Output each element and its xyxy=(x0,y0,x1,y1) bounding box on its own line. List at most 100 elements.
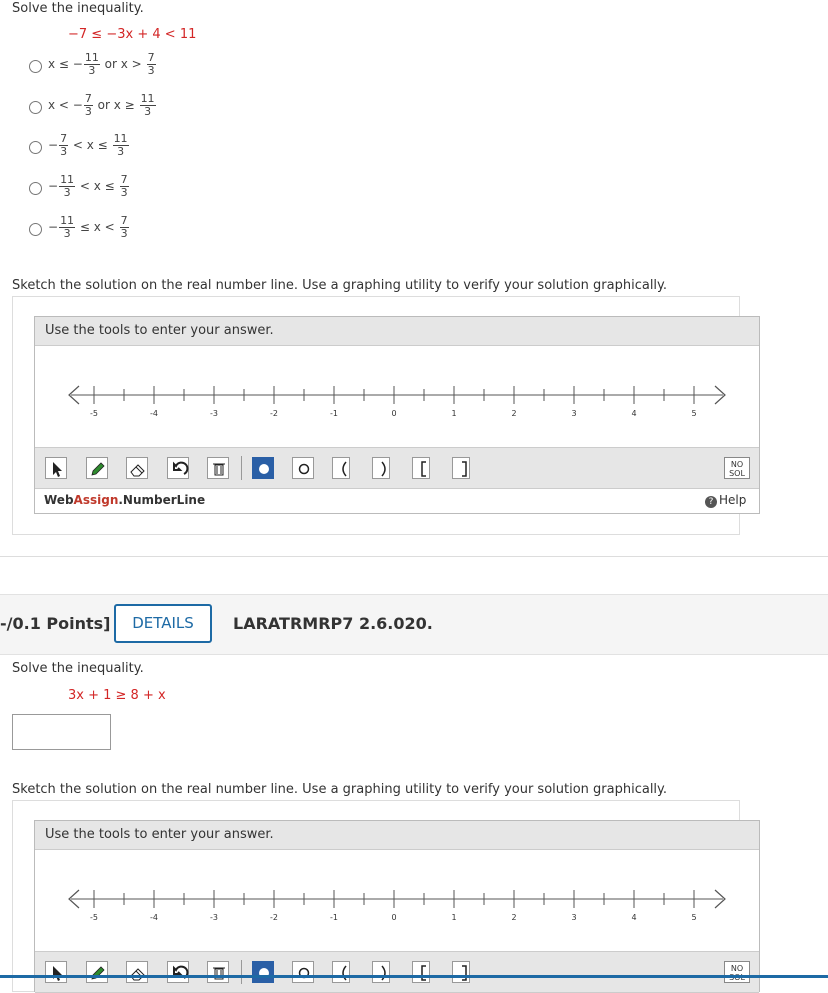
open-bracket-icon xyxy=(421,965,426,981)
trash-icon xyxy=(213,967,225,980)
open-paren-tool[interactable] xyxy=(332,457,350,479)
q1-prompt: Solve the inequality. xyxy=(12,1,144,16)
tick-label: 4 xyxy=(631,409,636,417)
q2-sketch-instructions: Sketch the solution on the real number l… xyxy=(12,782,668,797)
filled-dot-icon xyxy=(259,464,269,474)
open-dot-tool[interactable] xyxy=(292,961,314,983)
pencil-tool[interactable] xyxy=(86,457,108,479)
tick-label: 3 xyxy=(571,409,576,417)
option-label: −11 3 < x ≤ 73 xyxy=(48,173,129,199)
option-radio[interactable] xyxy=(29,141,42,154)
q2-code: LARATRMRP7 2.6.020. xyxy=(233,614,433,633)
eraser-icon xyxy=(130,464,145,477)
eraser-tool[interactable] xyxy=(126,457,148,479)
trash-tool[interactable] xyxy=(207,457,229,479)
option-label: x ≤ −11 3 or x > 73 xyxy=(48,51,156,77)
close-paren-icon xyxy=(381,965,386,981)
pencil-tool[interactable] xyxy=(86,961,108,983)
tick-label: 1 xyxy=(451,409,456,417)
numberline-axis[interactable]: -5 -4 -3 -2 -1 0 1 2 3 4 5 xyxy=(35,881,759,921)
q2-points: -/0.1 Points] xyxy=(0,614,111,633)
tick-label: 0 xyxy=(391,409,396,417)
tick-label: -5 xyxy=(90,409,98,417)
tick-label: 3 xyxy=(571,913,576,921)
details-button[interactable]: DETAILS xyxy=(114,604,212,643)
toolbar-separator xyxy=(241,960,242,984)
open-bracket-icon xyxy=(421,461,426,477)
pointer-icon xyxy=(53,966,62,981)
eraser-icon xyxy=(130,968,145,981)
option-radio[interactable] xyxy=(29,182,42,195)
tick-label: -2 xyxy=(270,409,278,417)
filled-dot-tool[interactable] xyxy=(252,457,274,479)
trash-tool[interactable] xyxy=(207,961,229,983)
numberline-toolbar: NOSOL xyxy=(35,951,759,993)
filled-dot-tool[interactable] xyxy=(252,961,274,983)
close-paren-tool[interactable] xyxy=(372,457,390,479)
pencil-icon xyxy=(91,966,105,980)
close-bracket-icon xyxy=(462,461,467,477)
option-radio[interactable] xyxy=(29,60,42,73)
undo-icon xyxy=(173,461,189,475)
tick-label: 0 xyxy=(391,913,396,921)
tick-label: 4 xyxy=(631,913,636,921)
close-bracket-tool[interactable] xyxy=(452,961,470,983)
numberline-axis[interactable]: -5 -4 -3 -2 -1 0 1 2 3 4 5 xyxy=(35,377,759,417)
numberline-header: Use the tools to enter your answer. xyxy=(35,821,759,850)
tick-label: 5 xyxy=(691,409,696,417)
pencil-icon xyxy=(91,462,105,476)
tick-label: -3 xyxy=(210,913,218,921)
close-paren-icon xyxy=(381,461,386,477)
undo-icon xyxy=(173,965,189,979)
no-solution-button[interactable]: NOSOL xyxy=(724,457,750,479)
open-paren-icon xyxy=(342,965,347,981)
webassign-numberline-logo: WebAssign.NumberLine xyxy=(44,493,206,507)
tick-label: -5 xyxy=(90,913,98,921)
pointer-icon xyxy=(53,462,62,477)
toolbar-separator xyxy=(241,456,242,480)
tick-label: 5 xyxy=(691,913,696,921)
q1-sketch-instructions: Sketch the solution on the real number l… xyxy=(12,278,668,293)
numberline-widget-2: Use the tools to enter your answer. -5 -4… xyxy=(34,820,760,993)
open-paren-tool[interactable] xyxy=(332,961,350,983)
divider xyxy=(0,556,828,557)
undo-tool[interactable] xyxy=(167,457,189,479)
open-paren-icon xyxy=(342,461,347,477)
pointer-tool[interactable] xyxy=(45,457,67,479)
tick-label: 2 xyxy=(511,913,516,921)
undo-tool[interactable] xyxy=(167,961,189,983)
close-bracket-tool[interactable] xyxy=(452,457,470,479)
open-dot-tool[interactable] xyxy=(292,457,314,479)
filled-dot-icon xyxy=(259,968,269,978)
help-icon: ? xyxy=(705,496,717,508)
close-paren-tool[interactable] xyxy=(372,961,390,983)
q2-inequality: 3x + 1 ≥ 8 + x xyxy=(68,688,166,703)
eraser-tool[interactable] xyxy=(126,961,148,983)
q2-prompt: Solve the inequality. xyxy=(12,661,144,676)
q2-answer-input[interactable] xyxy=(12,714,111,750)
trash-icon xyxy=(213,463,225,476)
pointer-tool[interactable] xyxy=(45,961,67,983)
tick-label: -3 xyxy=(210,409,218,417)
close-bracket-icon xyxy=(462,965,467,981)
tick-label: -2 xyxy=(270,913,278,921)
numberline-header: Use the tools to enter your answer. xyxy=(35,317,759,346)
tick-label: -4 xyxy=(150,913,158,921)
option-label: −7 3 < x ≤ 11 3 xyxy=(48,132,129,158)
numberline-widget-1: Use the tools to enter your answer. -5 -4… xyxy=(34,316,760,514)
q1-inequality: −7 ≤ −3x + 4 < 11 xyxy=(68,27,197,42)
open-bracket-tool[interactable] xyxy=(412,457,430,479)
numberline-toolbar: NOSOL xyxy=(35,447,759,489)
option-radio[interactable] xyxy=(29,223,42,236)
option-radio[interactable] xyxy=(29,101,42,114)
no-solution-button[interactable]: NOSOL xyxy=(724,961,750,983)
tick-label: -1 xyxy=(330,409,338,417)
option-label: x < −7 3 or x ≥ 11 3 xyxy=(48,92,156,118)
help-link[interactable]: ? Help xyxy=(705,493,746,508)
open-dot-icon xyxy=(298,967,310,979)
tick-label: 2 xyxy=(511,409,516,417)
open-bracket-tool[interactable] xyxy=(412,961,430,983)
tick-label: 1 xyxy=(451,913,456,921)
tick-label: -1 xyxy=(330,913,338,921)
tick-label: -4 xyxy=(150,409,158,417)
